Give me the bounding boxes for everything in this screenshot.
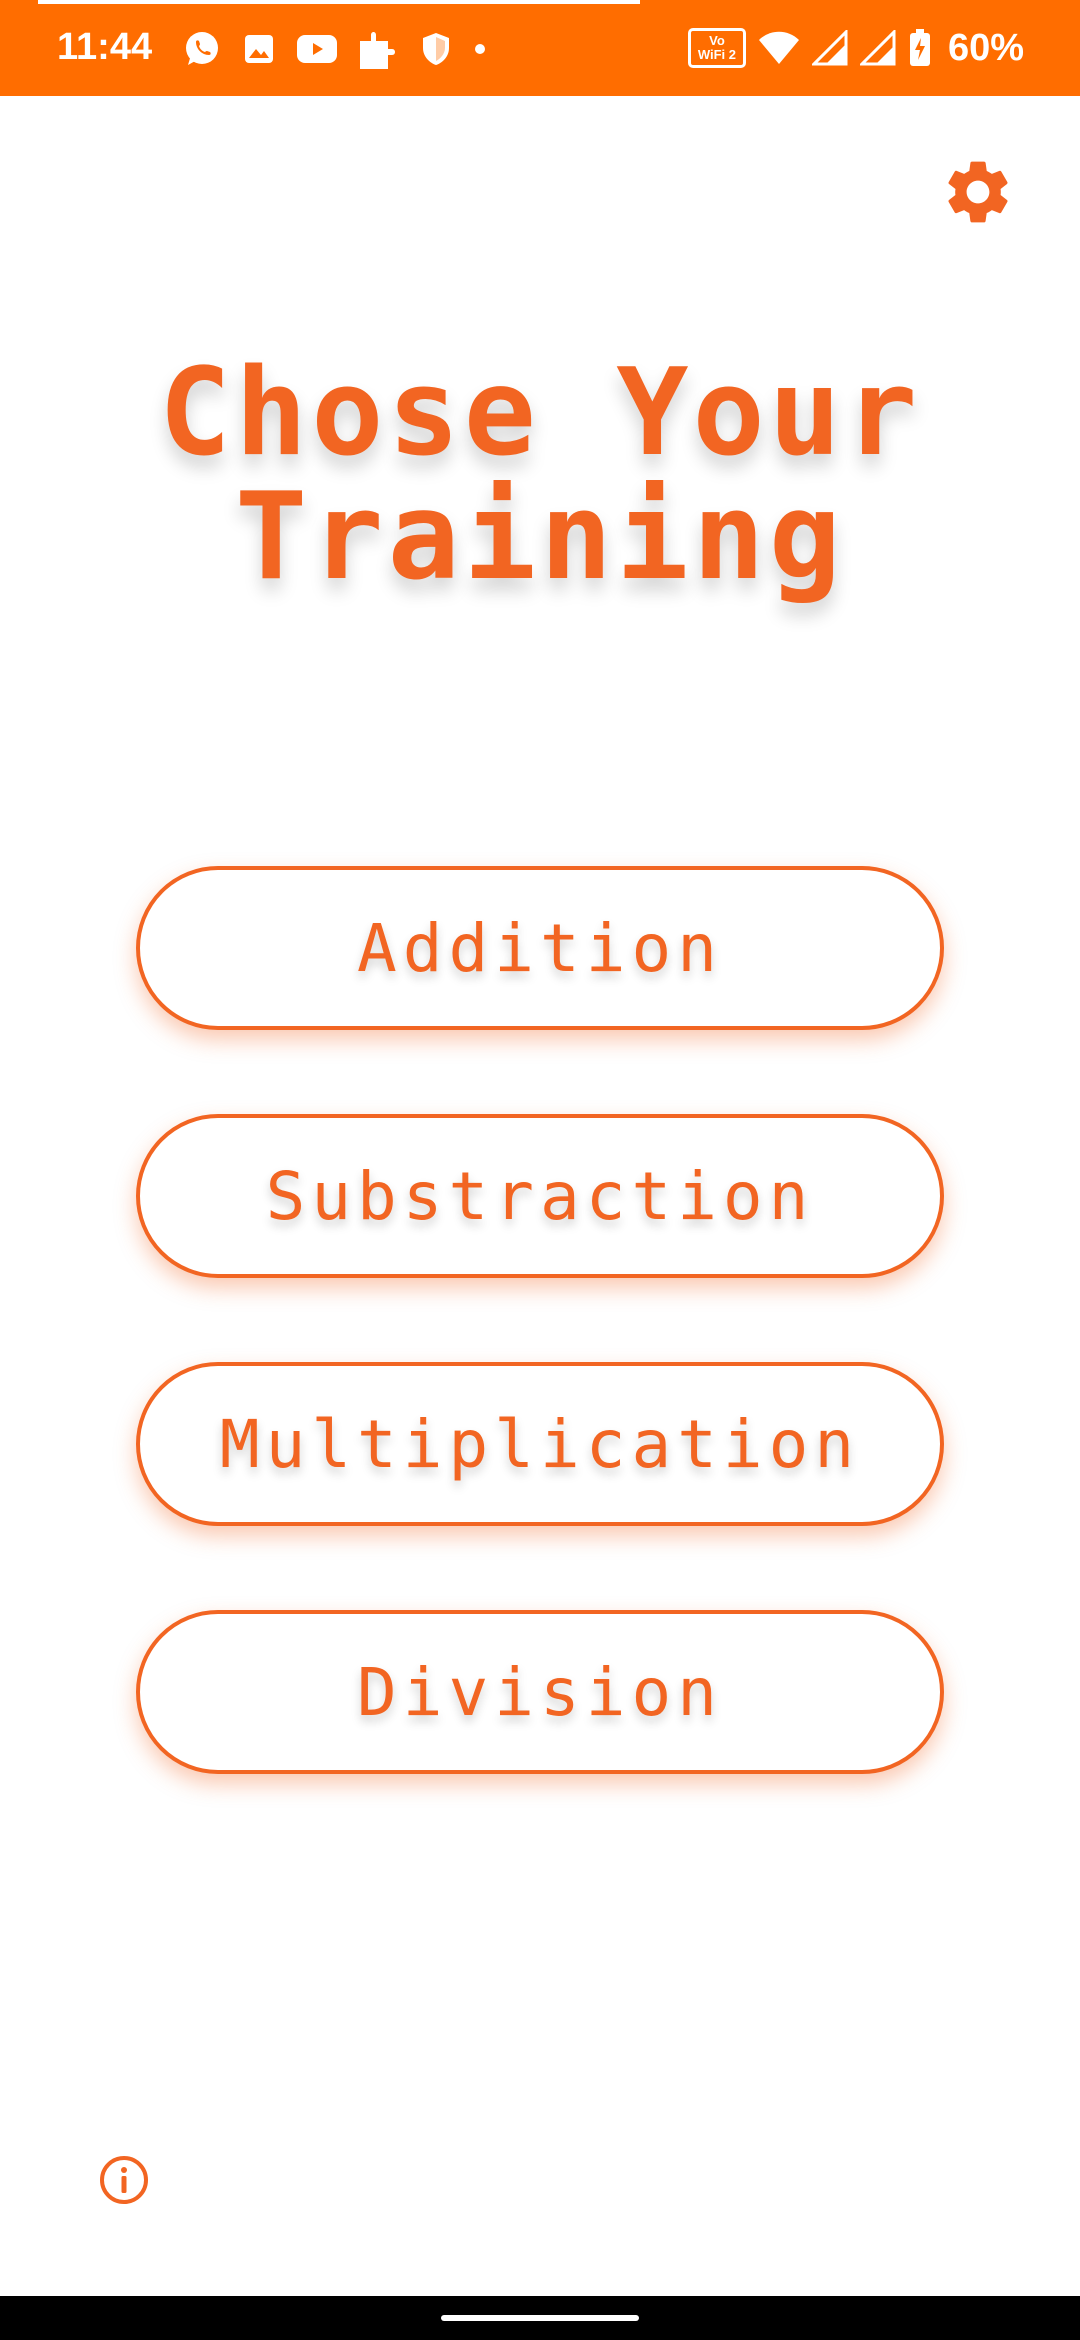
- status-bar: 11:44 Vo WiFi 2 60%: [0, 0, 1080, 96]
- wifi-icon: [758, 30, 800, 66]
- signal-icon: [811, 30, 848, 66]
- gallery-icon: [242, 32, 276, 66]
- addition-button[interactable]: Addition: [136, 866, 944, 1030]
- youtube-icon: [296, 33, 338, 65]
- info-icon: [98, 2154, 150, 2210]
- division-button[interactable]: Division: [136, 1610, 944, 1774]
- multiplication-button[interactable]: Multiplication: [136, 1362, 944, 1526]
- navigation-bar: [0, 2296, 1080, 2340]
- signal-icon: [859, 30, 896, 66]
- substraction-button[interactable]: Substraction: [136, 1114, 944, 1278]
- battery-charging-icon: [908, 28, 932, 68]
- dot-icon: [472, 41, 488, 57]
- shield-icon: [420, 31, 452, 67]
- notification-icons: [182, 24, 488, 74]
- battery-percent: 60%: [947, 27, 1024, 69]
- extension-icon: [358, 27, 400, 71]
- status-time: 11:44: [57, 26, 153, 68]
- vowifi-line1: Vo: [709, 33, 725, 48]
- settings-button[interactable]: [938, 154, 1018, 234]
- gear-icon: [940, 154, 1016, 234]
- vowifi-icon: Vo WiFi 2: [687, 28, 746, 68]
- training-list: Addition Substraction Multiplication Div…: [136, 866, 944, 1858]
- info-button[interactable]: [96, 2154, 152, 2210]
- system-icons: Vo WiFi 2 60%: [687, 22, 1024, 74]
- home-gesture-handle[interactable]: [441, 2315, 639, 2321]
- vowifi-line2: WiFi 2: [697, 47, 737, 62]
- status-progress-line: [38, 0, 640, 4]
- page-title: Chose Your Training: [158, 344, 922, 607]
- app-screen: 11:44 Vo WiFi 2 60% Chose Your Training …: [0, 0, 1080, 2340]
- whatsapp-icon: [182, 29, 222, 69]
